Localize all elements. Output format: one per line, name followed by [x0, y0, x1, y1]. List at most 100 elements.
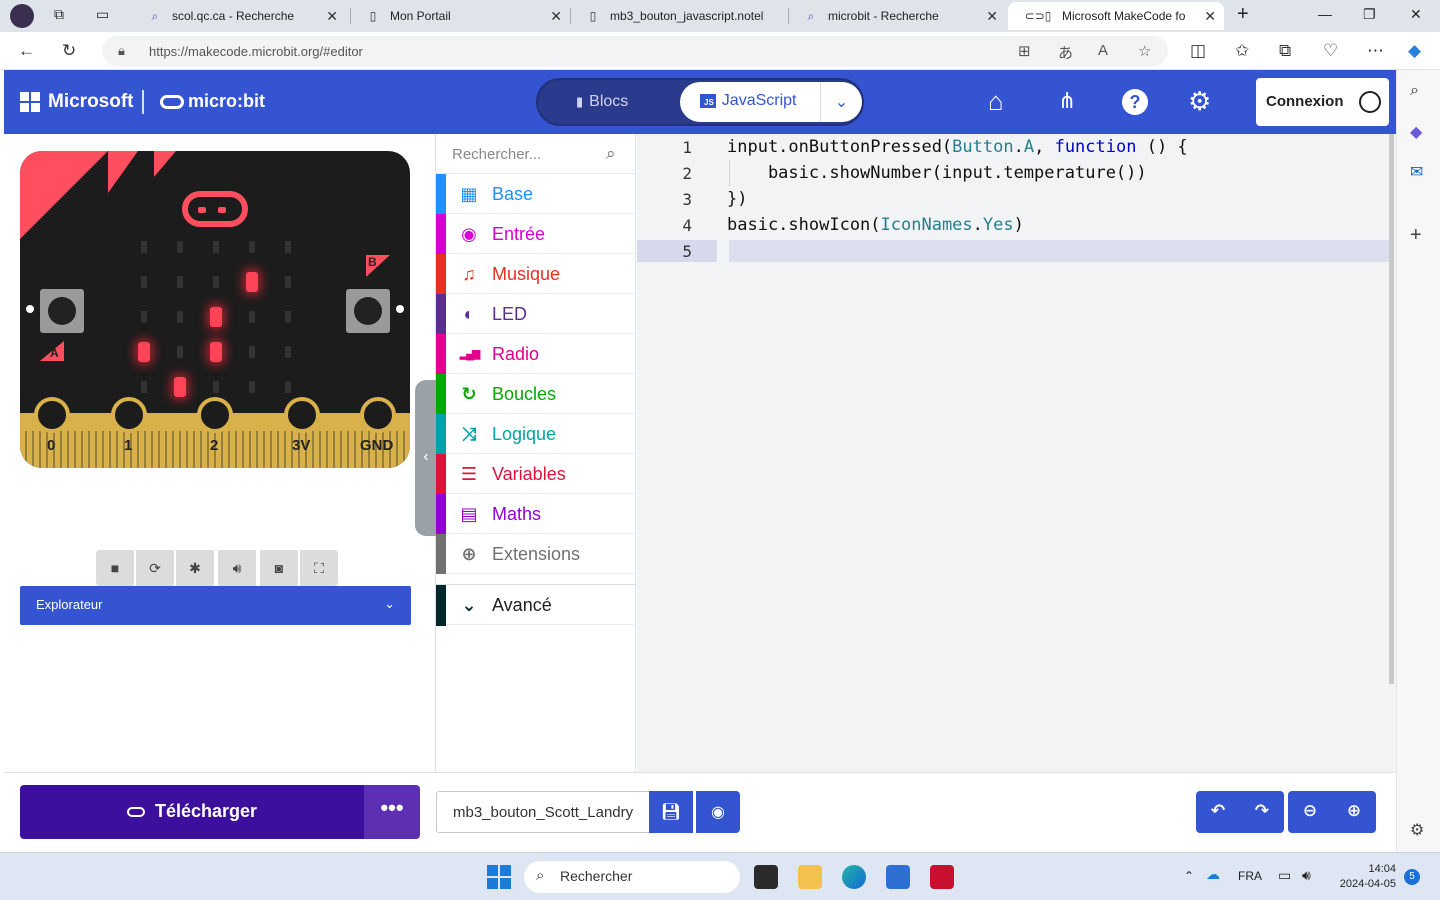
add-app-icon[interactable]: + — [1410, 224, 1422, 247]
undo-icon[interactable]: ↶ — [1196, 801, 1240, 821]
close-icon[interactable]: ✕ — [550, 8, 562, 25]
pin-gnd[interactable] — [360, 397, 396, 433]
category-logique[interactable]: ⤨ Logique — [436, 414, 636, 454]
tab-scol-recherche[interactable]: ⌕ scol.qc.ca - Recherche ✕ — [132, 2, 346, 30]
more-menu-icon[interactable]: ⋯ — [1367, 41, 1384, 61]
login-button[interactable]: Connexion — [1256, 78, 1389, 126]
tab-mon-portail[interactable]: ▯ Mon Portail ✕ — [350, 2, 570, 30]
mute-icon[interactable]: 🔊︎ — [218, 550, 256, 586]
restore-icon[interactable]: ❐ — [1363, 6, 1376, 23]
copilot-icon[interactable]: ◆ — [1408, 41, 1421, 61]
outlook-icon[interactable]: ✉ — [1410, 162, 1423, 182]
notification-badge[interactable]: 5 — [1404, 869, 1420, 885]
favorites-icon[interactable]: ✩ — [1235, 41, 1249, 61]
toolbox-search[interactable]: Rechercher... ⌕ — [436, 134, 636, 174]
button-a[interactable] — [40, 289, 84, 333]
category-variables[interactable]: ☰ Variables — [436, 454, 636, 494]
chevron-up-icon[interactable]: ⌃ — [1184, 869, 1194, 883]
category-maths[interactable]: ▤ Maths — [436, 494, 636, 534]
pin-0[interactable] — [34, 397, 70, 433]
reload-icon[interactable]: ↻ — [62, 41, 76, 61]
screenshot-icon[interactable]: ◙ — [260, 550, 298, 586]
zoom-out-icon[interactable]: ⊖ — [1288, 801, 1332, 821]
fullscreen-icon[interactable]: ⛶ — [300, 550, 338, 586]
microsoft-brand[interactable]: Microsoft — [48, 91, 134, 113]
share-icon[interactable]: ⋔ — [1058, 88, 1076, 114]
pin-1[interactable] — [111, 397, 147, 433]
explorer-panel[interactable]: Explorateur ⌄ — [20, 586, 411, 625]
copilot-app-icon[interactable]: ◆ — [1410, 122, 1422, 142]
close-icon[interactable]: ✕ — [986, 8, 998, 25]
system-clock[interactable]: 14:04 2024-04-05 — [1334, 862, 1396, 892]
language-dropdown[interactable]: ⌄ — [820, 82, 862, 122]
browser-essentials-icon[interactable]: ♡ — [1323, 41, 1338, 61]
edge-icon[interactable] — [842, 865, 866, 889]
file-explorer-icon[interactable] — [798, 865, 822, 889]
read-aloud-icon[interactable]: A — [1098, 42, 1108, 59]
task-view-icon[interactable] — [754, 865, 778, 889]
close-icon[interactable]: ✕ — [326, 8, 338, 25]
stop-icon[interactable]: ■ — [96, 550, 134, 586]
search-input[interactable]: Rechercher... — [452, 146, 541, 163]
back-icon[interactable]: ← — [18, 41, 35, 61]
window-close-icon[interactable]: ✕ — [1410, 6, 1422, 23]
microbit-logo[interactable]: micro:bit — [160, 91, 265, 112]
tab-microbit-recherche[interactable]: ⌕ microbit - Recherche ✕ — [788, 2, 1006, 30]
onedrive-icon[interactable]: ☁ — [1206, 866, 1220, 883]
code-line[interactable]: basic.showNumber(input.temperature()) — [727, 163, 1147, 183]
project-name-input[interactable]: mb3_bouton_Scott_Landry — [436, 791, 650, 833]
url-field[interactable]: 🔒︎ https://makecode.microbit.org/#editor… — [102, 36, 1168, 66]
collapse-simulator-handle[interactable]: ‹ — [415, 380, 437, 536]
tab-makecode[interactable]: ⊂⊃▯ Microsoft MakeCode fo ✕ — [1008, 2, 1224, 30]
app-available-icon[interactable]: ⊞ — [1018, 42, 1031, 60]
tab-actions-icon[interactable]: ▭ — [96, 6, 109, 23]
minimize-icon[interactable]: — — [1318, 6, 1332, 22]
editor-scrollbar[interactable] — [1389, 134, 1394, 684]
code-line[interactable]: }) — [727, 189, 747, 209]
microbit-simulator[interactable]: A B 0 1 2 3V GND — [20, 151, 410, 468]
translate-icon[interactable]: あ — [1058, 42, 1073, 63]
code-line[interactable]: basic.showIcon(IconNames.Yes) — [727, 215, 1024, 235]
network-icon[interactable]: ▭ — [1278, 867, 1291, 884]
workspaces-icon[interactable]: ⧉ — [54, 6, 64, 23]
javascript-tab[interactable]: JS JavaScript — [680, 82, 820, 122]
new-tab-icon[interactable]: + — [1237, 3, 1249, 26]
pin-3v[interactable] — [284, 397, 320, 433]
acrobat-icon[interactable] — [930, 865, 954, 889]
windows-start-icon[interactable] — [487, 865, 511, 889]
language-indicator[interactable]: FRA — [1238, 869, 1262, 883]
help-icon[interactable]: ? — [1122, 89, 1148, 115]
store-icon[interactable] — [886, 865, 910, 889]
download-button[interactable]: Télécharger — [20, 785, 364, 839]
github-button[interactable]: ◉ — [696, 791, 740, 833]
category-boucles[interactable]: ↻ Boucles — [436, 374, 636, 414]
code-editor[interactable]: 12345 input.onButtonPressed(Button.A, fu… — [637, 134, 1396, 772]
button-b[interactable] — [346, 289, 390, 333]
category-extensions[interactable]: ⊕ Extensions — [436, 534, 636, 574]
category-base[interactable]: ▦ Base — [436, 174, 636, 214]
debug-icon[interactable]: ✱ — [176, 550, 214, 586]
category-radio[interactable]: ▂▄▆ Radio — [436, 334, 636, 374]
gear-icon[interactable]: ⚙ — [1188, 86, 1211, 117]
zoom-in-icon[interactable]: ⊕ — [1332, 801, 1376, 821]
category-musique[interactable]: ♫ Musique — [436, 254, 636, 294]
profile-avatar[interactable] — [10, 4, 34, 28]
close-icon[interactable]: ✕ — [1204, 7, 1216, 25]
split-screen-icon[interactable]: ◫ — [1190, 41, 1206, 61]
category-entree[interactable]: ◉ Entrée — [436, 214, 636, 254]
save-button[interactable]: 💾︎ — [649, 791, 693, 833]
download-options-button[interactable]: ••• — [364, 785, 420, 839]
category-led[interactable]: ◐ LED — [436, 294, 636, 334]
collections-icon[interactable]: ⧉ — [1279, 41, 1291, 61]
volume-icon[interactable]: 🔊︎ — [1302, 867, 1311, 884]
gear-icon[interactable]: ⚙ — [1410, 820, 1424, 840]
blocks-tab[interactable]: ▮ Blocs — [576, 93, 628, 111]
restart-icon[interactable]: ⟳ — [136, 550, 174, 586]
category-advanced[interactable]: ⌄ Avancé — [436, 584, 636, 626]
tab-mb3-notebook[interactable]: ▯ mb3_bouton_javascript.notel — [570, 2, 788, 30]
code-line[interactable]: input.onButtonPressed(Button.A, function… — [727, 137, 1188, 157]
redo-icon[interactable]: ↷ — [1240, 801, 1284, 821]
pin-2[interactable] — [197, 397, 233, 433]
home-icon[interactable]: ⌂ — [988, 86, 1004, 117]
taskbar-search[interactable]: ⌕ Rechercher — [524, 861, 740, 893]
